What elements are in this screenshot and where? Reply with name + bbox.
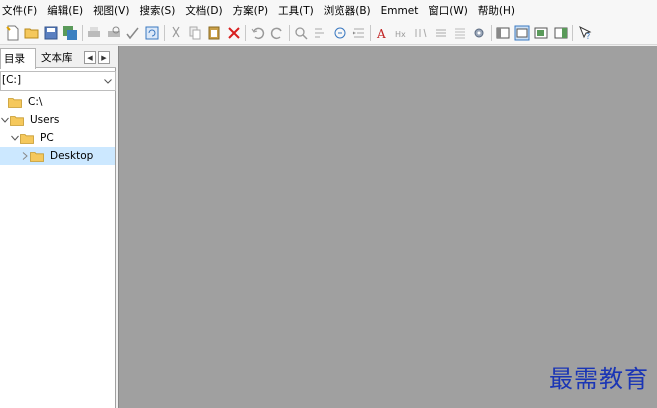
- menu-item[interactable]: 方案(P): [231, 0, 275, 22]
- watermark: 最需教育: [549, 365, 649, 393]
- toolbar-separator: [288, 25, 290, 41]
- tree-item-label: PC: [40, 132, 54, 144]
- font-icon[interactable]: A: [375, 25, 391, 41]
- tree-item[interactable]: PC: [0, 129, 115, 147]
- delete-icon[interactable]: [226, 25, 242, 41]
- redo-icon[interactable]: [269, 25, 285, 41]
- menu-item[interactable]: 窗口(W): [426, 0, 474, 22]
- print-icon[interactable]: [86, 25, 102, 41]
- tab-text-library[interactable]: 文本库: [38, 48, 78, 68]
- editor-workspace[interactable]: 最需教育: [118, 46, 657, 408]
- spellcheck-icon[interactable]: [125, 25, 141, 41]
- svg-text:Hx: Hx: [395, 30, 406, 39]
- hex-icon[interactable]: Hx: [394, 25, 410, 41]
- wrap-icon[interactable]: [413, 25, 429, 41]
- folder-icon: [8, 97, 22, 108]
- tab-directory[interactable]: 目录: [0, 48, 36, 69]
- toolbar-separator: [81, 25, 83, 41]
- drive-select-value: [C:]: [2, 74, 22, 86]
- replace-icon[interactable]: [312, 25, 328, 41]
- menu-bar: 文件(F) 编辑(E) 视图(V) 搜索(S) 文档(D) 方案(P) 工具(T) 浏览器(B…: [0, 0, 657, 22]
- svg-text:?: ?: [586, 32, 590, 41]
- folder-icon: [10, 115, 24, 126]
- goto-icon[interactable]: [332, 25, 348, 41]
- chevron-down-icon[interactable]: [0, 115, 10, 125]
- find-icon[interactable]: [293, 25, 309, 41]
- justify-icon[interactable]: [433, 25, 449, 41]
- undo-icon[interactable]: [250, 25, 266, 41]
- open-folder-icon[interactable]: [24, 25, 40, 41]
- indent-icon[interactable]: [351, 25, 367, 41]
- tree-item[interactable]: Desktop: [0, 147, 115, 165]
- toolbar-separator: [245, 25, 247, 41]
- panel-tabs: 目录 文本库 ◀ ▶: [0, 46, 116, 69]
- settings-icon[interactable]: [471, 25, 487, 41]
- refresh-icon[interactable]: [144, 25, 160, 41]
- toolbar-separator: [572, 25, 574, 41]
- menu-item[interactable]: 工具(T): [276, 0, 320, 22]
- menu-item[interactable]: 视图(V): [91, 0, 135, 22]
- tree-item[interactable]: Users: [0, 111, 115, 129]
- folder-icon: [20, 133, 34, 144]
- chevron-down-icon[interactable]: [10, 133, 20, 143]
- toolbar-separator: [490, 25, 492, 41]
- tree-item-label: C:\: [28, 96, 43, 108]
- toolbar: A Hx?: [0, 22, 657, 45]
- menu-item[interactable]: 帮助(H): [476, 0, 521, 22]
- menu-item[interactable]: 编辑(E): [45, 0, 89, 22]
- tab-scroll-right-icon[interactable]: ▶: [98, 51, 110, 64]
- help-icon[interactable]: ?: [577, 25, 593, 41]
- copy-icon[interactable]: [187, 25, 203, 41]
- toolbar-separator: [370, 25, 372, 41]
- print-preview-icon[interactable]: [106, 25, 122, 41]
- new-file-icon[interactable]: [5, 25, 21, 41]
- menu-item[interactable]: 浏览器(B): [322, 0, 377, 22]
- panel-active-icon[interactable]: [514, 25, 530, 41]
- menu-item[interactable]: Emmet: [379, 0, 425, 22]
- folder-icon: [30, 151, 44, 162]
- tab-scroll-left-icon[interactable]: ◀: [84, 51, 96, 64]
- tree-item-label: Users: [30, 114, 60, 126]
- list-icon[interactable]: [452, 25, 468, 41]
- folder-tree: C:\ Users PC Desktop: [0, 93, 115, 165]
- chevron-right-icon[interactable]: [20, 151, 30, 161]
- menu-item[interactable]: 搜索(S): [137, 0, 181, 22]
- panel-output-icon[interactable]: [533, 25, 549, 41]
- tree-item-label: Desktop: [50, 150, 94, 162]
- chevron-down-icon[interactable]: [101, 72, 115, 90]
- svg-text:A: A: [376, 27, 386, 41]
- panel-left-icon[interactable]: [495, 25, 511, 41]
- toolbar-separator: [163, 25, 165, 41]
- directory-panel: 目录 文本库 ◀ ▶ [C:] C:\ Users PC Desktop: [0, 46, 116, 408]
- save-all-icon[interactable]: [62, 25, 78, 41]
- save-icon[interactable]: [43, 25, 59, 41]
- drive-select[interactable]: [C:]: [0, 71, 116, 91]
- cut-icon[interactable]: [168, 25, 184, 41]
- menu-item[interactable]: 文件(F): [0, 0, 43, 22]
- panel-right-icon[interactable]: [553, 25, 569, 41]
- menu-item[interactable]: 文档(D): [183, 0, 228, 22]
- tree-item[interactable]: C:\: [0, 93, 115, 111]
- paste-icon[interactable]: [206, 25, 222, 41]
